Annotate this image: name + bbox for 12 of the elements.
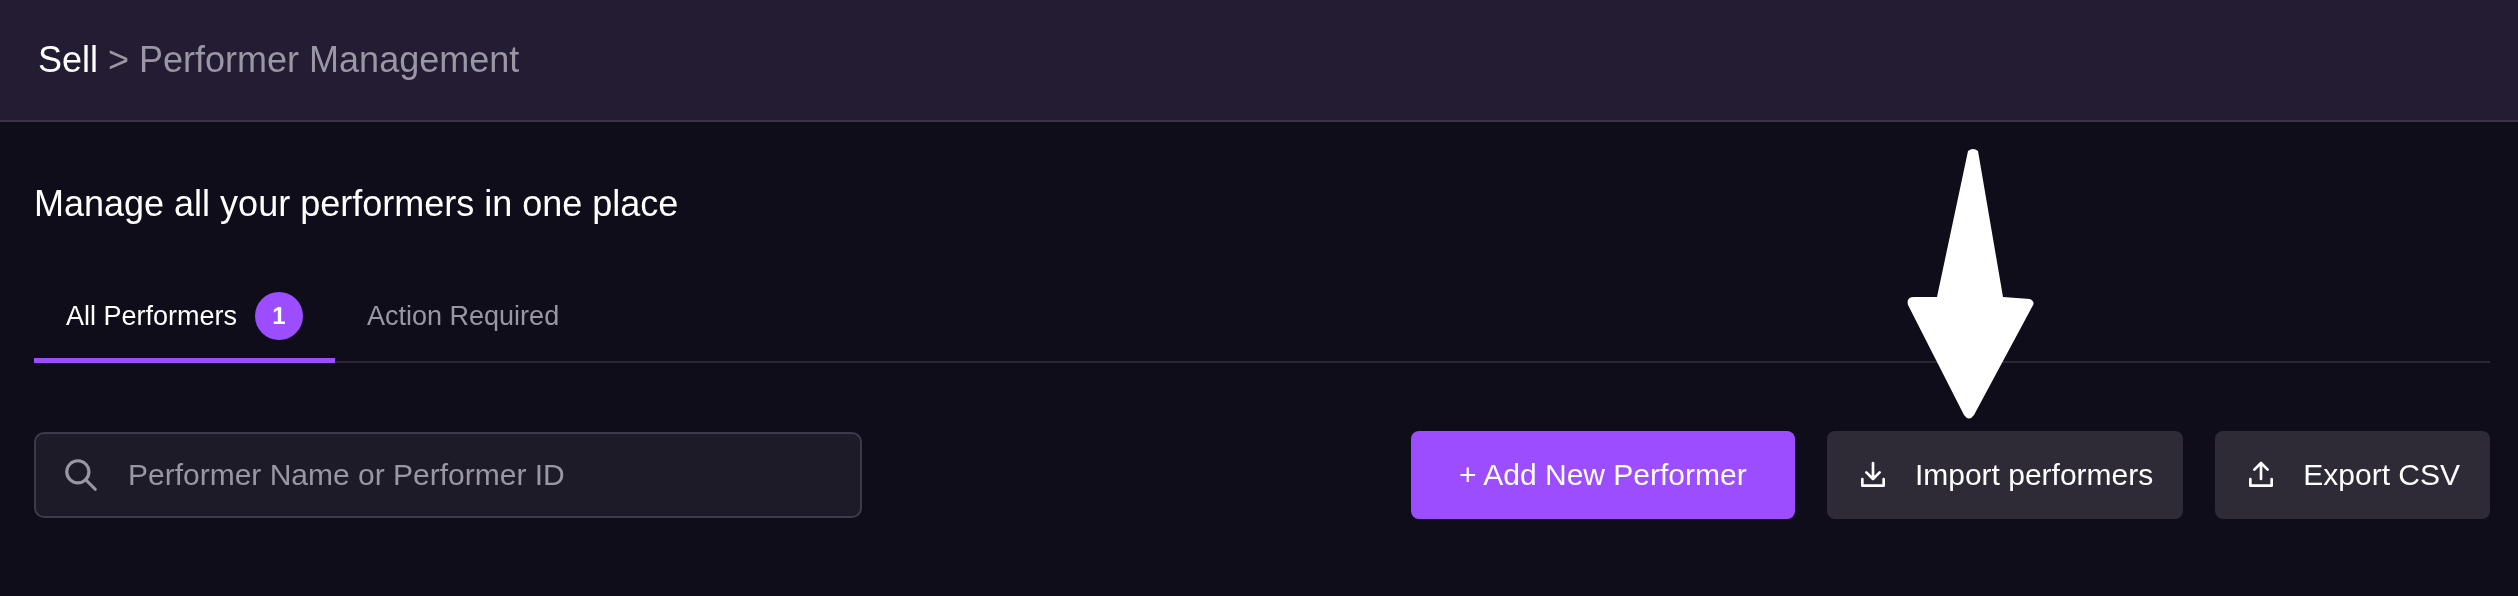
search-icon xyxy=(62,456,100,494)
breadcrumb-separator: > xyxy=(108,39,130,81)
tab[interactable]: All Performers 1 xyxy=(34,292,336,363)
tab[interactable]: Action Required xyxy=(335,292,592,363)
count-badge: 1 xyxy=(255,292,304,340)
add-performer-button[interactable]: + Add New Performer xyxy=(1410,431,1795,519)
export-button[interactable]: Export CSV xyxy=(2215,431,2490,519)
search-field[interactable]: Performer Name or Performer ID xyxy=(34,432,862,518)
page-heading: Manage all your performers in one place xyxy=(34,182,680,224)
breadcrumb-link[interactable]: Sell xyxy=(38,39,99,81)
import-button[interactable]: Import performers xyxy=(1826,431,2184,519)
breadcrumb-current: Performer Management xyxy=(139,39,520,81)
